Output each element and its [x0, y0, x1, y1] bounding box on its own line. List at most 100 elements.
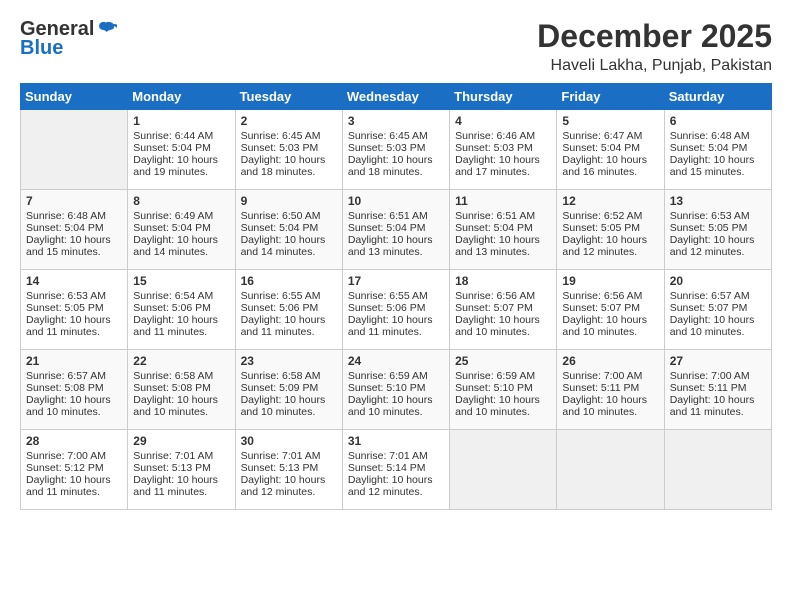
sunset: Sunset: 5:03 PM	[455, 142, 533, 154]
day-number: 27	[670, 354, 766, 368]
sunset: Sunset: 5:10 PM	[455, 382, 533, 394]
cell-w2-d4: 18Sunrise: 6:56 AMSunset: 5:07 PMDayligh…	[450, 270, 557, 350]
daylight: Daylight: 10 hours and 11 minutes.	[133, 314, 218, 338]
sunrise: Sunrise: 6:59 AM	[455, 370, 535, 382]
sunset: Sunset: 5:10 PM	[348, 382, 426, 394]
sunset: Sunset: 5:08 PM	[26, 382, 104, 394]
day-header-friday: Friday	[557, 84, 664, 110]
sunrise: Sunrise: 6:50 AM	[241, 210, 321, 222]
sunrise: Sunrise: 7:01 AM	[133, 450, 213, 462]
cell-w0-d1: 1Sunrise: 6:44 AMSunset: 5:04 PMDaylight…	[128, 110, 235, 190]
sunrise: Sunrise: 6:45 AM	[348, 130, 428, 142]
sunrise: Sunrise: 7:01 AM	[348, 450, 428, 462]
day-number: 11	[455, 194, 551, 208]
day-number: 19	[562, 274, 658, 288]
sunrise: Sunrise: 6:53 AM	[670, 210, 750, 222]
sunrise: Sunrise: 6:55 AM	[241, 290, 321, 302]
sunset: Sunset: 5:04 PM	[348, 222, 426, 234]
cell-w4-d0: 28Sunrise: 7:00 AMSunset: 5:12 PMDayligh…	[21, 430, 128, 510]
daylight: Daylight: 10 hours and 11 minutes.	[26, 474, 111, 498]
sunrise: Sunrise: 6:46 AM	[455, 130, 535, 142]
day-header-wednesday: Wednesday	[342, 84, 449, 110]
day-number: 23	[241, 354, 337, 368]
cell-w2-d6: 20Sunrise: 6:57 AMSunset: 5:07 PMDayligh…	[664, 270, 771, 350]
sunset: Sunset: 5:04 PM	[670, 142, 748, 154]
daylight: Daylight: 10 hours and 10 minutes.	[455, 394, 540, 418]
day-number: 22	[133, 354, 229, 368]
cell-w2-d5: 19Sunrise: 6:56 AMSunset: 5:07 PMDayligh…	[557, 270, 664, 350]
daylight: Daylight: 10 hours and 10 minutes.	[562, 314, 647, 338]
sunrise: Sunrise: 6:57 AM	[670, 290, 750, 302]
cell-w4-d5	[557, 430, 664, 510]
cell-w0-d0	[21, 110, 128, 190]
day-number: 2	[241, 114, 337, 128]
daylight: Daylight: 10 hours and 13 minutes.	[348, 234, 433, 258]
cell-w0-d2: 2 Sunrise: 6:45 AMSunset: 5:03 PMDaylight…	[235, 110, 342, 190]
page: General Blue December 2025 Haveli Lakha,…	[0, 0, 792, 612]
daylight: Daylight: 10 hours and 10 minutes.	[455, 314, 540, 338]
day-number: 5	[562, 114, 658, 128]
sunset: Sunset: 5:06 PM	[348, 302, 426, 314]
sunrise: Sunrise: 6:58 AM	[133, 370, 213, 382]
cell-w3-d6: 27Sunrise: 7:00 AMSunset: 5:11 PMDayligh…	[664, 350, 771, 430]
daylight: Daylight: 10 hours and 11 minutes.	[670, 394, 755, 418]
daylight: Daylight: 10 hours and 12 minutes.	[562, 234, 647, 258]
cell-w1-d5: 12Sunrise: 6:52 AMSunset: 5:05 PMDayligh…	[557, 190, 664, 270]
sunset: Sunset: 5:07 PM	[670, 302, 748, 314]
logo: General Blue	[20, 18, 117, 60]
sunset: Sunset: 5:13 PM	[133, 462, 211, 474]
sunrise: Sunrise: 6:45 AM	[241, 130, 321, 142]
daylight: Daylight: 10 hours and 11 minutes.	[348, 314, 433, 338]
sunset: Sunset: 5:05 PM	[26, 302, 104, 314]
day-number: 16	[241, 274, 337, 288]
daylight: Daylight: 10 hours and 12 minutes.	[241, 474, 326, 498]
cell-w0-d4: 4Sunrise: 6:46 AMSunset: 5:03 PMDaylight…	[450, 110, 557, 190]
sunset: Sunset: 5:06 PM	[133, 302, 211, 314]
sunset: Sunset: 5:05 PM	[562, 222, 640, 234]
sunrise: Sunrise: 6:54 AM	[133, 290, 213, 302]
main-title: December 2025	[537, 18, 772, 55]
sunset: Sunset: 5:07 PM	[562, 302, 640, 314]
daylight: Daylight: 10 hours and 10 minutes.	[348, 394, 433, 418]
cell-w0-d3: 3Sunrise: 6:45 AMSunset: 5:03 PMDaylight…	[342, 110, 449, 190]
cell-w1-d4: 11Sunrise: 6:51 AMSunset: 5:04 PMDayligh…	[450, 190, 557, 270]
daylight: Daylight: 10 hours and 18 minutes.	[241, 154, 326, 178]
cell-w3-d1: 22Sunrise: 6:58 AMSunset: 5:08 PMDayligh…	[128, 350, 235, 430]
day-number: 25	[455, 354, 551, 368]
cell-w4-d6	[664, 430, 771, 510]
cell-w1-d0: 7Sunrise: 6:48 AMSunset: 5:04 PMDaylight…	[21, 190, 128, 270]
sunrise: Sunrise: 6:51 AM	[348, 210, 428, 222]
day-number: 31	[348, 434, 444, 448]
daylight: Daylight: 10 hours and 14 minutes.	[241, 234, 326, 258]
day-number: 13	[670, 194, 766, 208]
cell-w1-d6: 13Sunrise: 6:53 AMSunset: 5:05 PMDayligh…	[664, 190, 771, 270]
logo-bird-icon	[95, 19, 117, 41]
sunrise: Sunrise: 6:47 AM	[562, 130, 642, 142]
day-number: 28	[26, 434, 122, 448]
sunrise: Sunrise: 6:51 AM	[455, 210, 535, 222]
daylight: Daylight: 10 hours and 11 minutes.	[133, 474, 218, 498]
sunrise: Sunrise: 6:56 AM	[455, 290, 535, 302]
sunset: Sunset: 5:03 PM	[348, 142, 426, 154]
sunset: Sunset: 5:14 PM	[348, 462, 426, 474]
day-number: 1	[133, 114, 229, 128]
daylight: Daylight: 10 hours and 15 minutes.	[670, 154, 755, 178]
day-number: 7	[26, 194, 122, 208]
cell-w1-d1: 8Sunrise: 6:49 AMSunset: 5:04 PMDaylight…	[128, 190, 235, 270]
cell-w4-d2: 30Sunrise: 7:01 AMSunset: 5:13 PMDayligh…	[235, 430, 342, 510]
sunrise: Sunrise: 7:00 AM	[670, 370, 750, 382]
daylight: Daylight: 10 hours and 16 minutes.	[562, 154, 647, 178]
title-block: December 2025 Haveli Lakha, Punjab, Paki…	[537, 18, 772, 75]
cell-w4-d3: 31Sunrise: 7:01 AMSunset: 5:14 PMDayligh…	[342, 430, 449, 510]
cell-w0-d6: 6Sunrise: 6:48 AMSunset: 5:04 PMDaylight…	[664, 110, 771, 190]
cell-w4-d1: 29Sunrise: 7:01 AMSunset: 5:13 PMDayligh…	[128, 430, 235, 510]
day-number: 14	[26, 274, 122, 288]
sunrise: Sunrise: 6:58 AM	[241, 370, 321, 382]
sunset: Sunset: 5:03 PM	[241, 142, 319, 154]
sunset: Sunset: 5:12 PM	[26, 462, 104, 474]
sunrise: Sunrise: 6:57 AM	[26, 370, 106, 382]
day-header-sunday: Sunday	[21, 84, 128, 110]
day-number: 15	[133, 274, 229, 288]
sunrise: Sunrise: 6:59 AM	[348, 370, 428, 382]
sunrise: Sunrise: 6:48 AM	[670, 130, 750, 142]
